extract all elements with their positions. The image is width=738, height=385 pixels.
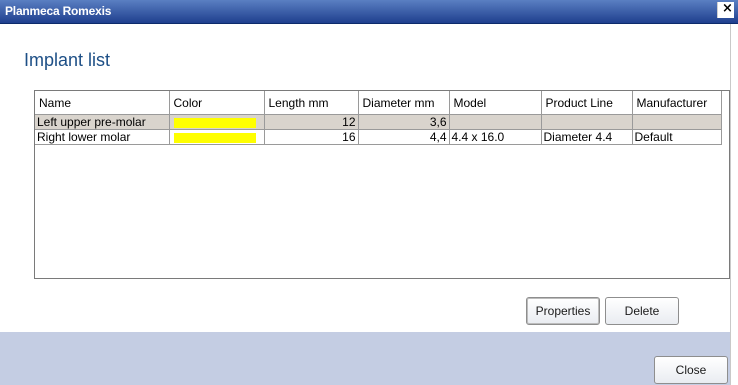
cell-color bbox=[169, 114, 265, 130]
cell-color bbox=[169, 129, 265, 145]
dialog-footer bbox=[0, 332, 730, 385]
cell-length: 12 bbox=[264, 114, 359, 130]
column-header-name[interactable]: Name bbox=[35, 91, 170, 115]
page-title: Implant list bbox=[24, 50, 111, 70]
header-row: Name Color Length mm Diameter mm Model P… bbox=[35, 91, 722, 115]
column-header-manufacturer[interactable]: Manufacturer bbox=[632, 91, 722, 115]
cell-manufacturer bbox=[632, 114, 722, 130]
table-row[interactable]: Left upper pre-molar 12 3,6 bbox=[35, 114, 722, 130]
table-row[interactable]: Right lower molar 16 4,4 4.4 x 16.0 Diam… bbox=[35, 129, 722, 145]
window-edge bbox=[730, 24, 738, 385]
window-close-button[interactable]: × bbox=[717, 1, 734, 18]
cell-name: Left upper pre-molar bbox=[35, 114, 170, 130]
close-button[interactable]: Close bbox=[654, 356, 728, 384]
cell-name: Right lower molar bbox=[35, 129, 170, 145]
cell-model: 4.4 x 16.0 bbox=[449, 129, 542, 145]
implant-table: Name Color Length mm Diameter mm Model P… bbox=[34, 90, 730, 279]
column-header-length[interactable]: Length mm bbox=[264, 91, 359, 115]
window-title: Planmeca Romexis bbox=[5, 4, 112, 18]
cell-model bbox=[449, 114, 542, 130]
cell-diameter: 3,6 bbox=[358, 114, 450, 130]
title-bar: Planmeca Romexis × bbox=[0, 0, 738, 24]
implant-grid: Name Color Length mm Diameter mm Model P… bbox=[35, 91, 722, 145]
cell-product-line bbox=[541, 114, 633, 130]
color-swatch bbox=[173, 132, 256, 143]
cell-product-line: Diameter 4.4 bbox=[541, 129, 633, 145]
cell-length: 16 bbox=[264, 129, 359, 145]
column-header-diameter[interactable]: Diameter mm bbox=[358, 91, 450, 115]
column-header-product-line[interactable]: Product Line bbox=[541, 91, 633, 115]
properties-button[interactable]: Properties bbox=[526, 297, 600, 325]
color-swatch bbox=[173, 117, 256, 128]
close-icon: × bbox=[722, 1, 733, 16]
cell-diameter: 4,4 bbox=[358, 129, 450, 145]
column-header-color[interactable]: Color bbox=[169, 91, 265, 115]
column-header-model[interactable]: Model bbox=[449, 91, 542, 115]
cell-manufacturer: Default bbox=[632, 129, 722, 145]
delete-button[interactable]: Delete bbox=[605, 297, 679, 325]
